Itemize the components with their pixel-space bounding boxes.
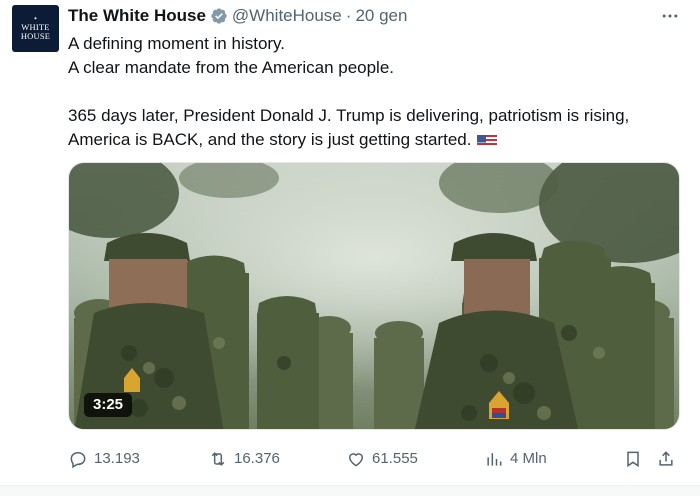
timeline-divider [0, 486, 700, 496]
like-button[interactable]: 61.555 [346, 447, 418, 471]
heart-icon [348, 453, 364, 467]
view-count: 4 Mln [510, 450, 547, 467]
reply-count: 13.193 [94, 450, 140, 467]
video-thumbnail [69, 163, 679, 429]
tweet-actions: 13.193 16.376 61.555 4 Mln [68, 447, 682, 471]
like-count: 61.555 [372, 450, 418, 467]
tweet-header: The White House @WhiteHouse · 20 gen [68, 5, 407, 27]
us-flag-icon [477, 132, 498, 146]
tweet-line-3: 365 days later, President Donald J. Trum… [68, 106, 630, 125]
avatar-text-line2: HOUSE [20, 30, 51, 41]
post-time[interactable]: 20 gen [355, 6, 407, 26]
share-button[interactable] [656, 447, 682, 471]
tweet-line-4-wrap: America is BACK, and the story is just g… [68, 128, 688, 152]
separator-dot: · [345, 6, 352, 25]
tweet-line-4: America is BACK, and the story is just g… [68, 130, 472, 149]
bookmark-button[interactable] [623, 447, 649, 471]
avatar[interactable]: ✦ WHITE HOUSE [12, 5, 59, 52]
repost-icon [211, 452, 225, 466]
reply-button[interactable]: 13.193 [68, 447, 140, 471]
seal-icon: ✦ [33, 16, 38, 22]
tweet-card[interactable]: ✦ WHITE HOUSE The White House @WhiteHous… [0, 0, 700, 486]
views-button[interactable]: 4 Mln [484, 447, 547, 471]
analytics-icon [487, 453, 502, 466]
bookmark-icon [627, 451, 639, 468]
more-options-icon[interactable] [660, 6, 680, 26]
repost-button[interactable]: 16.376 [208, 447, 280, 471]
video-player[interactable] [68, 162, 680, 430]
tweet-line-1: A defining moment in history. [68, 34, 286, 53]
account-handle[interactable]: @WhiteHouse [232, 6, 342, 26]
video-duration: 3:25 [84, 393, 133, 417]
repost-count: 16.376 [234, 450, 280, 467]
verified-badge-icon [210, 7, 228, 25]
tweet-text: A defining moment in history. A clear ma… [68, 32, 688, 152]
reply-icon [70, 451, 86, 469]
tweet-line-2: A clear mandate from the American people… [68, 58, 395, 77]
share-icon [659, 451, 673, 466]
account-name[interactable]: The White House [68, 6, 206, 26]
